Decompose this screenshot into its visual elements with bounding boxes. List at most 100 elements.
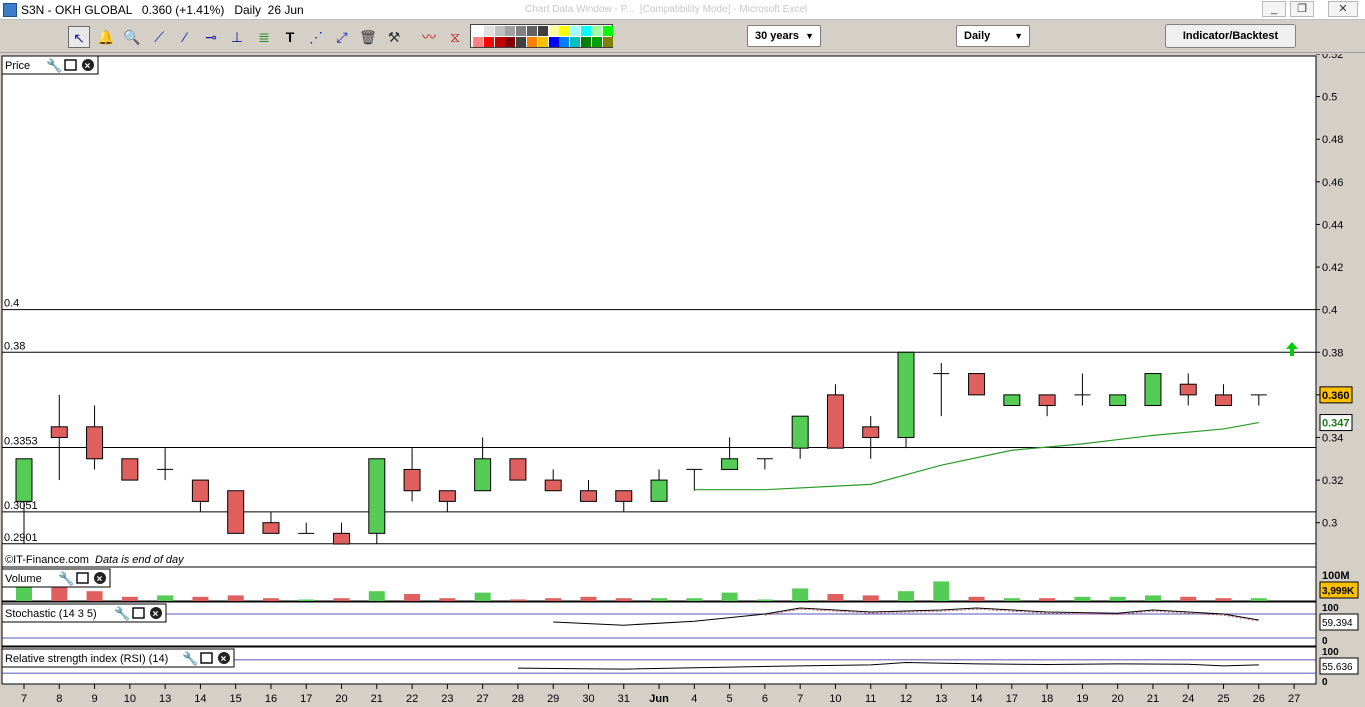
minimize-button[interactable]: _ bbox=[1262, 1, 1286, 17]
candle-down bbox=[544, 479, 562, 492]
period-select[interactable]: 30 years ▼ bbox=[747, 25, 821, 47]
palette-swatch[interactable] bbox=[591, 37, 602, 47]
window-icon[interactable] bbox=[64, 59, 77, 71]
volume-bar bbox=[368, 591, 385, 601]
horizontal-line-icon[interactable]: ⊸ bbox=[200, 26, 222, 48]
palette-swatch[interactable] bbox=[581, 37, 591, 47]
line-tool-icon[interactable]: ⟋ bbox=[148, 26, 170, 48]
candle-up bbox=[1003, 394, 1021, 407]
ray-tool-icon[interactable]: ⁄ bbox=[174, 26, 196, 48]
tools-icon[interactable]: ⚒ bbox=[383, 26, 405, 48]
candle-down bbox=[615, 490, 633, 502]
chevron-down-icon: ▼ bbox=[1014, 31, 1023, 41]
trash-icon[interactable]: 🗑 bbox=[357, 26, 379, 48]
volume-bar bbox=[827, 594, 844, 601]
wrench-icon[interactable]: 🔧 bbox=[46, 57, 62, 73]
palette-swatch[interactable] bbox=[537, 37, 548, 47]
palette-swatch[interactable] bbox=[516, 26, 527, 36]
palette-swatch[interactable] bbox=[494, 37, 505, 47]
date-tick-label: 16 bbox=[265, 693, 277, 705]
candle-down bbox=[862, 426, 880, 438]
candle-down bbox=[262, 522, 280, 534]
volume-bar bbox=[298, 599, 315, 601]
date-tick-label: 11 bbox=[865, 693, 876, 705]
palette-swatch[interactable] bbox=[483, 26, 494, 36]
palette-swatch[interactable] bbox=[602, 26, 613, 36]
volume-bar bbox=[1215, 598, 1232, 601]
rsi-title: Relative strength index (RSI) (14) bbox=[5, 653, 168, 665]
date-tick-label: 21 bbox=[371, 693, 383, 705]
palette-swatch[interactable] bbox=[527, 26, 537, 36]
date-tick-label: 14 bbox=[194, 693, 206, 705]
volume-bar bbox=[1144, 595, 1161, 601]
vertical-line-icon[interactable]: ⊥ bbox=[226, 26, 248, 48]
interval-select[interactable]: Daily ▼ bbox=[956, 25, 1030, 47]
palette-swatch[interactable] bbox=[570, 26, 581, 36]
support-line-label: 0.3353 bbox=[4, 435, 38, 447]
candle-up bbox=[791, 415, 809, 449]
volume-bar bbox=[580, 596, 597, 601]
date-tick-label: 7 bbox=[21, 693, 27, 705]
palette-swatch[interactable] bbox=[537, 26, 548, 36]
pointer-icon[interactable]: ↖ bbox=[68, 26, 90, 48]
volume-bar bbox=[686, 598, 703, 601]
price-tick-label: 0.34 bbox=[1322, 432, 1343, 444]
palette-swatch[interactable] bbox=[559, 26, 570, 36]
palette-swatch[interactable] bbox=[570, 37, 581, 47]
candle-down bbox=[968, 373, 986, 396]
date-tick-label: 31 bbox=[618, 693, 630, 705]
palette-swatch[interactable] bbox=[505, 37, 516, 47]
chart-area[interactable]: 0.40.380.33530.30510.2901 0.520.50.480.4… bbox=[0, 54, 1365, 707]
candle-up bbox=[15, 458, 33, 502]
volume-bar bbox=[192, 596, 209, 601]
palette-swatch[interactable] bbox=[548, 37, 559, 47]
volume-bar bbox=[1109, 596, 1126, 601]
palette-swatch[interactable] bbox=[559, 37, 570, 47]
date-tick-label: 24 bbox=[1182, 693, 1194, 705]
zoom-icon[interactable]: 🔍 bbox=[121, 26, 143, 48]
date-tick-label: 7 bbox=[797, 693, 803, 705]
date-tick-label: 12 bbox=[900, 693, 912, 705]
volume-bar bbox=[439, 598, 456, 601]
candle-down bbox=[1038, 394, 1056, 407]
volume-bar bbox=[933, 581, 950, 601]
price-tick-label: 0.3 bbox=[1322, 518, 1337, 530]
window-icon[interactable] bbox=[200, 652, 213, 664]
palette-swatch[interactable] bbox=[505, 26, 516, 36]
restore-button[interactable]: ❐ bbox=[1290, 1, 1314, 17]
palette-swatch[interactable] bbox=[527, 37, 537, 47]
price-tick-label: 0.44 bbox=[1322, 219, 1343, 231]
wrench-icon[interactable]: 🔧 bbox=[58, 570, 74, 586]
text-tool-icon[interactable]: T bbox=[279, 26, 301, 48]
window-icon[interactable] bbox=[132, 607, 145, 619]
fibonacci-icon[interactable]: ⋰ bbox=[305, 26, 327, 48]
palette-swatch[interactable] bbox=[548, 26, 559, 36]
indicator-line-icon[interactable]: 〰 bbox=[418, 26, 440, 48]
trend-tool-icon[interactable]: ≣ bbox=[253, 26, 275, 48]
date-tick-label: 13 bbox=[935, 693, 947, 705]
volume-bar bbox=[651, 598, 668, 601]
wrench-icon[interactable]: 🔧 bbox=[182, 650, 198, 666]
channel-icon[interactable]: ⤢ bbox=[331, 26, 353, 48]
close-button[interactable]: ✕ bbox=[1328, 1, 1358, 17]
palette-swatch[interactable] bbox=[602, 37, 613, 47]
palette-swatch[interactable] bbox=[516, 37, 527, 47]
candle-down bbox=[191, 479, 209, 502]
volume-bar bbox=[968, 596, 985, 601]
palette-swatch[interactable] bbox=[581, 26, 591, 36]
indicator-backtest-button[interactable]: Indicator/Backtest bbox=[1165, 24, 1296, 48]
candle-down bbox=[579, 490, 597, 502]
volume-bar bbox=[262, 598, 279, 601]
palette-swatch[interactable] bbox=[591, 26, 602, 36]
palette-swatch[interactable] bbox=[483, 37, 494, 47]
chevron-down-icon: ▼ bbox=[805, 31, 814, 41]
palette-swatch[interactable] bbox=[473, 37, 483, 47]
palette-swatch[interactable] bbox=[494, 26, 505, 36]
pattern-icon[interactable]: ⧖ bbox=[444, 26, 466, 48]
palette-swatch[interactable] bbox=[473, 26, 483, 36]
window-icon[interactable] bbox=[76, 572, 89, 584]
wrench-icon[interactable]: 🔧 bbox=[114, 605, 130, 621]
candle-down bbox=[50, 426, 68, 438]
alarm-bell-icon[interactable]: 🔔 bbox=[95, 26, 117, 48]
color-palette[interactable] bbox=[470, 24, 613, 48]
